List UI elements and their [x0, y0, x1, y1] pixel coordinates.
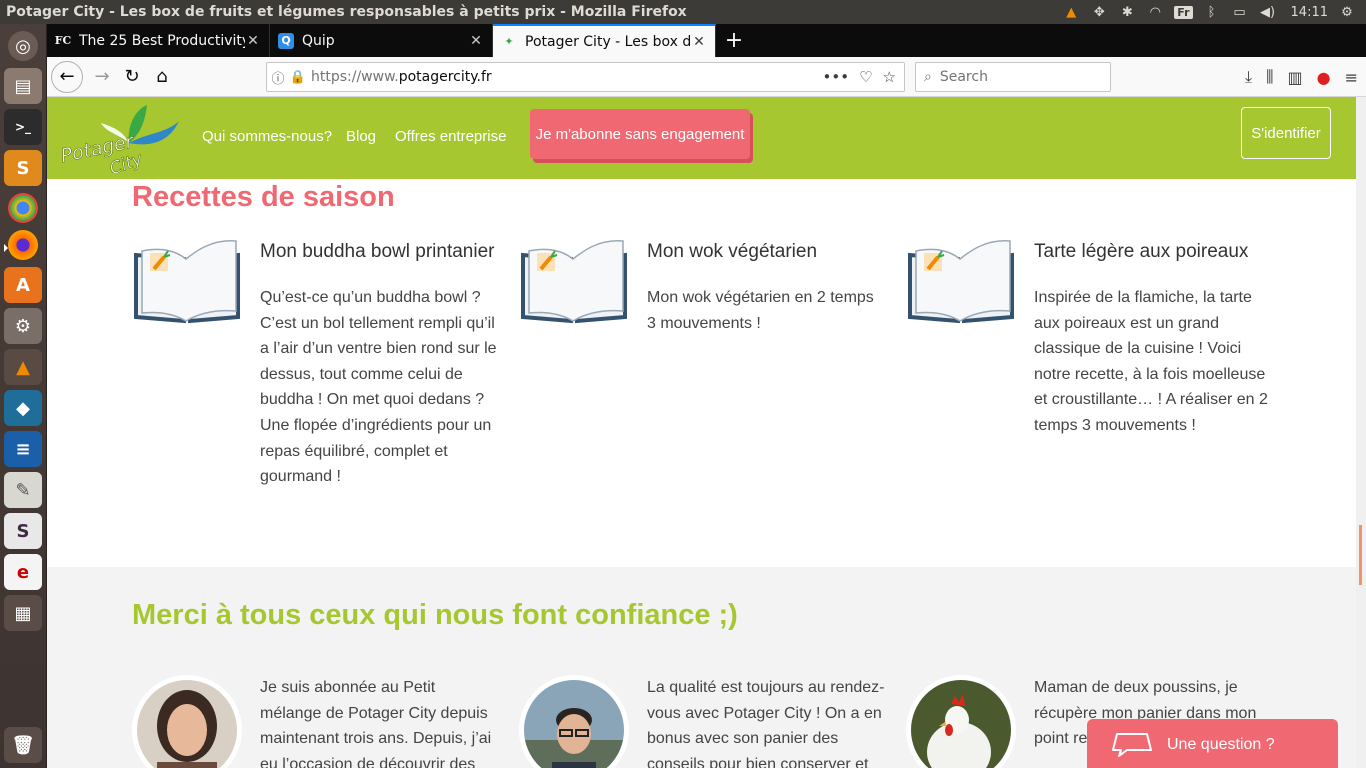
chrome-app-icon[interactable] [8, 193, 38, 223]
avatar [519, 675, 629, 768]
url-bar[interactable]: ⓘ 🔒 https://www.potagercity.fr ••• ♡ ☆ [266, 62, 905, 92]
text-editor-icon[interactable]: ✎ [4, 472, 42, 508]
recipe-book-icon [908, 240, 1014, 324]
back-button[interactable]: ← [51, 60, 83, 93]
login-button[interactable]: S'identifier [1241, 107, 1331, 159]
help-chat-button[interactable]: Une question ? [1087, 719, 1338, 768]
testimonial-text: Je suis abonnée au Petit mélange de Pota… [260, 679, 492, 768]
leaf-favicon-icon: ✦ [504, 35, 514, 48]
dash-home-icon[interactable]: ◎ [8, 31, 38, 61]
files-app-icon[interactable]: ▤ [4, 68, 42, 104]
fc-favicon-icon: FC [54, 34, 72, 47]
recipe-title[interactable]: Tarte légère aux poireaux [1034, 241, 1284, 263]
window-title: Potager City - Les box de fruits et légu… [6, 4, 687, 20]
recipe-title[interactable]: Mon wok végétarien [647, 241, 897, 263]
avatar [132, 675, 242, 768]
search-icon: ⌕ [924, 69, 932, 85]
firefox-app-icon[interactable] [4, 230, 38, 260]
forward-button[interactable]: → [87, 62, 117, 92]
browser-nav-bar: ← → ↻ ⌂ ⓘ 🔒 https://www.potagercity.fr •… [47, 57, 1366, 97]
battery-icon[interactable]: ▭ [1231, 4, 1249, 20]
extension-tomato-icon[interactable]: ● [1317, 68, 1331, 87]
menu-icon[interactable]: ≡ [1345, 68, 1358, 87]
close-tab-icon[interactable]: ✕ [468, 33, 484, 49]
clock[interactable]: 14:11 [1291, 5, 1328, 20]
downloads-icon[interactable]: ⤓ [1245, 67, 1252, 87]
lock-icon[interactable]: 🔒 [289, 70, 307, 85]
os-top-bar: Potager City - Les box de fruits et légu… [0, 0, 1366, 24]
subscribe-button[interactable]: Je m'abonne sans engagement [530, 109, 750, 159]
testimonial-text: La qualité est toujours au rendez-vous a… [647, 679, 885, 768]
writer-app-icon[interactable]: ≡ [4, 431, 42, 467]
bluetooth-icon[interactable]: ᛒ [1203, 4, 1221, 20]
info-icon[interactable]: ⓘ [267, 68, 289, 87]
tab-quip[interactable]: Q Quip ✕ [270, 24, 493, 57]
avatar [906, 675, 1016, 768]
bluetooth-settings-icon[interactable]: ✱ [1118, 4, 1136, 20]
reload-button[interactable]: ↻ [117, 62, 147, 92]
tab-potager-city[interactable]: ✦ Potager City - Les box de ✕ [493, 24, 716, 57]
recipes-heading: Recettes de saison [132, 181, 395, 213]
new-tab-button[interactable]: + [716, 24, 752, 57]
system-tray: ▲ ✥ ✱ ◠ Fr ᛒ ▭ ◀) 14:11 ⚙ [1062, 0, 1366, 24]
pocket-icon[interactable]: ♡ [859, 68, 872, 86]
scrollbar-thumb[interactable] [1359, 525, 1362, 585]
volume-icon[interactable]: ◀) [1259, 4, 1277, 20]
recipe-title[interactable]: Mon buddha bowl printanier [260, 241, 510, 263]
app-launcher: ◎ ▤ >_ S A ⚙ ▲ ◆ ≡ ✎ S e ▦ 🗑 [0, 24, 47, 768]
sidebar-icon[interactable]: ▥ [1288, 68, 1303, 87]
search-input[interactable]: ⌕ Search [915, 62, 1111, 92]
search-placeholder: Search [939, 69, 988, 85]
vlc-tray-icon[interactable]: ▲ [1062, 4, 1080, 20]
keyboard-layout-indicator[interactable]: Fr [1174, 5, 1193, 19]
quip-favicon-icon: Q [278, 32, 294, 49]
home-button[interactable]: ⌂ [147, 62, 177, 92]
recipe-book-icon [134, 240, 240, 324]
recipe-book-icon [521, 240, 627, 324]
library-icon[interactable]: ⫼ [1266, 67, 1273, 87]
help-label: Une question ? [1167, 736, 1275, 753]
trash-icon[interactable]: 🗑 [4, 727, 42, 763]
bookmark-star-icon[interactable]: ☆ [883, 68, 896, 86]
testimonials-heading: Merci à tous ceux qui nous font confianc… [132, 599, 738, 631]
page-scrollbar[interactable] [1356, 97, 1366, 768]
tab-label: The 25 Best Productivity [79, 32, 245, 49]
nav-link-business-offers[interactable]: Offres entreprise [395, 128, 506, 145]
workspace-switcher-icon[interactable]: ▦ [4, 595, 42, 631]
tab-productivity[interactable]: FC The 25 Best Productivity ✕ [47, 24, 270, 57]
web-page: Potager City Qui sommes-nous? Blog Offre… [47, 97, 1356, 768]
recipe-description: Inspirée de la flamiche, la tarte aux po… [1034, 289, 1268, 434]
recipe-description: Mon wok végétarien en 2 temps 3 mouvemen… [647, 289, 874, 332]
power-gear-icon[interactable]: ⚙ [1338, 4, 1356, 20]
nav-link-about[interactable]: Qui sommes-nous? [202, 128, 332, 145]
nav-link-blog[interactable]: Blog [346, 128, 376, 145]
system-settings-icon[interactable]: ⚙ [4, 308, 42, 344]
dropbox-tray-icon[interactable]: ✥ [1090, 4, 1108, 20]
site-header: Potager City Qui sommes-nous? Blog Offre… [47, 97, 1356, 179]
slack-app-icon[interactable]: S [4, 513, 42, 549]
potager-city-logo[interactable]: Potager City [57, 103, 187, 173]
wifi-icon[interactable]: ◠ [1146, 4, 1164, 20]
tab-label: Quip [302, 32, 335, 49]
tab-label: Potager City - Les box de [525, 33, 691, 50]
terminal-app-icon[interactable]: >_ [4, 109, 42, 145]
browser-tab-strip: FC The 25 Best Productivity ✕ Q Quip ✕ ✦… [47, 24, 1366, 57]
close-tab-icon[interactable]: ✕ [691, 34, 707, 50]
close-tab-icon[interactable]: ✕ [245, 33, 261, 49]
vlc-app-icon[interactable]: ▲ [4, 349, 42, 385]
software-center-icon[interactable]: A [4, 267, 42, 303]
page-actions-icon[interactable]: ••• [823, 68, 850, 86]
kodi-app-icon[interactable]: ◆ [4, 390, 42, 426]
sublime-text-icon[interactable]: S [4, 150, 42, 186]
url-text[interactable]: https://www.potagercity.fr [307, 69, 823, 85]
recipe-description: Qu’est-ce qu’un buddha bowl ? C’est un b… [260, 289, 497, 486]
evince-app-icon[interactable]: e [4, 554, 42, 590]
chat-bubble-icon [1112, 733, 1152, 757]
